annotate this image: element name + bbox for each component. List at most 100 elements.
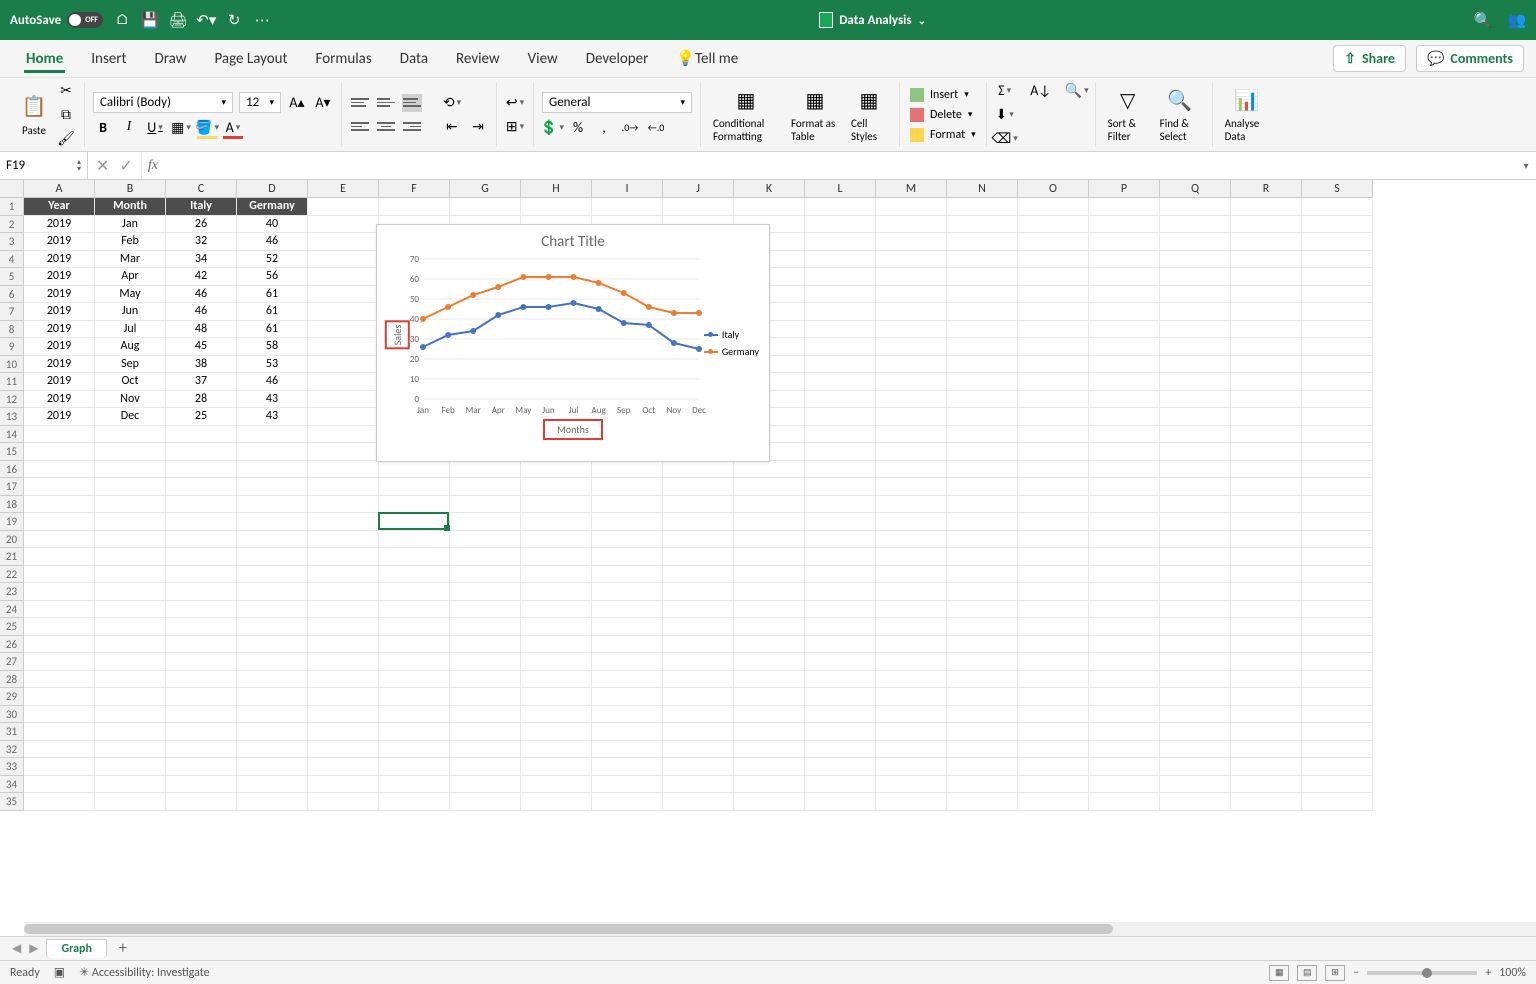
cell[interactable]	[734, 478, 805, 496]
cell[interactable]	[734, 653, 805, 671]
cell[interactable]	[308, 216, 379, 234]
borders-button[interactable]: ▦	[171, 117, 191, 137]
column-header[interactable]: M	[876, 180, 947, 198]
cell[interactable]	[237, 443, 308, 461]
cell[interactable]	[450, 566, 521, 584]
row-header[interactable]: 25	[0, 618, 24, 636]
cell[interactable]	[24, 688, 95, 706]
expand-formula-bar-icon[interactable]: ▾	[1516, 152, 1536, 179]
cell[interactable]	[237, 653, 308, 671]
cell[interactable]	[24, 583, 95, 601]
cell[interactable]	[947, 478, 1018, 496]
cell[interactable]: 2019	[24, 408, 95, 426]
cell[interactable]	[166, 618, 237, 636]
cell[interactable]: 28	[166, 391, 237, 409]
cell[interactable]	[379, 478, 450, 496]
underline-button[interactable]: U	[145, 117, 165, 137]
horizontal-scrollbar[interactable]	[24, 922, 1536, 936]
cell[interactable]	[947, 723, 1018, 741]
cell[interactable]	[95, 706, 166, 724]
sort-az-icon[interactable]: A↓	[1031, 81, 1051, 101]
cell[interactable]: Aug	[95, 338, 166, 356]
row-header[interactable]: 18	[0, 496, 24, 514]
cell[interactable]	[1018, 741, 1089, 759]
cell[interactable]	[1302, 286, 1373, 304]
cell[interactable]	[450, 496, 521, 514]
accept-formula-icon[interactable]: ✓	[119, 156, 132, 176]
name-box[interactable]: F19 ▴▾	[0, 152, 88, 179]
column-header[interactable]: A	[24, 180, 95, 198]
cell[interactable]	[1160, 198, 1231, 216]
increase-decimal-button[interactable]: .0→	[620, 117, 640, 137]
cell[interactable]	[450, 583, 521, 601]
cell[interactable]	[947, 741, 1018, 759]
legend-item[interactable]: Italy	[704, 328, 759, 341]
cell[interactable]	[876, 636, 947, 654]
cell[interactable]	[166, 531, 237, 549]
cell[interactable]	[947, 758, 1018, 776]
cell[interactable]	[1089, 251, 1160, 269]
cell[interactable]	[1089, 741, 1160, 759]
cell[interactable]	[1089, 706, 1160, 724]
zoom-slider[interactable]	[1367, 971, 1477, 975]
cell[interactable]: 26	[166, 216, 237, 234]
cell[interactable]	[1302, 601, 1373, 619]
cell[interactable]	[1018, 671, 1089, 689]
cell[interactable]: Month	[95, 198, 166, 216]
cell[interactable]	[379, 706, 450, 724]
cell[interactable]	[805, 268, 876, 286]
cell[interactable]	[876, 531, 947, 549]
cell[interactable]	[1231, 443, 1302, 461]
cell[interactable]	[450, 636, 521, 654]
cell[interactable]	[663, 548, 734, 566]
cell[interactable]	[947, 338, 1018, 356]
cell[interactable]	[805, 776, 876, 794]
normal-view-button[interactable]: ▦	[1269, 965, 1289, 981]
ribbon-tab-developer[interactable]: Developer	[572, 40, 663, 77]
cell[interactable]	[1302, 758, 1373, 776]
cell[interactable]	[95, 461, 166, 479]
row-header[interactable]: 20	[0, 531, 24, 549]
cell[interactable]	[521, 723, 592, 741]
cell[interactable]	[1018, 531, 1089, 549]
cell[interactable]: 2019	[24, 268, 95, 286]
cell[interactable]	[24, 671, 95, 689]
cell[interactable]	[663, 776, 734, 794]
cell[interactable]	[24, 636, 95, 654]
cell[interactable]	[1160, 583, 1231, 601]
cell[interactable]	[947, 461, 1018, 479]
cell[interactable]	[1302, 373, 1373, 391]
cell[interactable]	[1231, 531, 1302, 549]
cell[interactable]	[95, 566, 166, 584]
cell[interactable]	[1302, 321, 1373, 339]
cell[interactable]	[1160, 566, 1231, 584]
cell[interactable]	[1089, 338, 1160, 356]
cell[interactable]	[1160, 251, 1231, 269]
row-header[interactable]: 15	[0, 443, 24, 461]
page-layout-view-button[interactable]: ▤	[1297, 965, 1317, 981]
cell[interactable]	[592, 758, 663, 776]
cell[interactable]	[805, 233, 876, 251]
cell[interactable]	[1160, 671, 1231, 689]
cell[interactable]	[1231, 216, 1302, 234]
cell[interactable]	[1231, 426, 1302, 444]
cell[interactable]	[947, 373, 1018, 391]
cell[interactable]	[734, 636, 805, 654]
cell[interactable]	[166, 758, 237, 776]
cell[interactable]: Apr	[95, 268, 166, 286]
cell[interactable]	[1160, 776, 1231, 794]
cell[interactable]	[237, 478, 308, 496]
cell[interactable]	[1302, 198, 1373, 216]
cell[interactable]	[166, 461, 237, 479]
cell[interactable]: 2019	[24, 233, 95, 251]
cell[interactable]	[450, 776, 521, 794]
cell[interactable]	[1302, 566, 1373, 584]
cell[interactable]	[1089, 373, 1160, 391]
cell[interactable]	[1089, 758, 1160, 776]
cell[interactable]: 46	[237, 233, 308, 251]
cell[interactable]	[947, 583, 1018, 601]
cell[interactable]	[805, 741, 876, 759]
cell[interactable]	[1018, 321, 1089, 339]
decrease-decimal-button[interactable]: ←.0	[646, 117, 666, 137]
cell[interactable]	[1160, 706, 1231, 724]
